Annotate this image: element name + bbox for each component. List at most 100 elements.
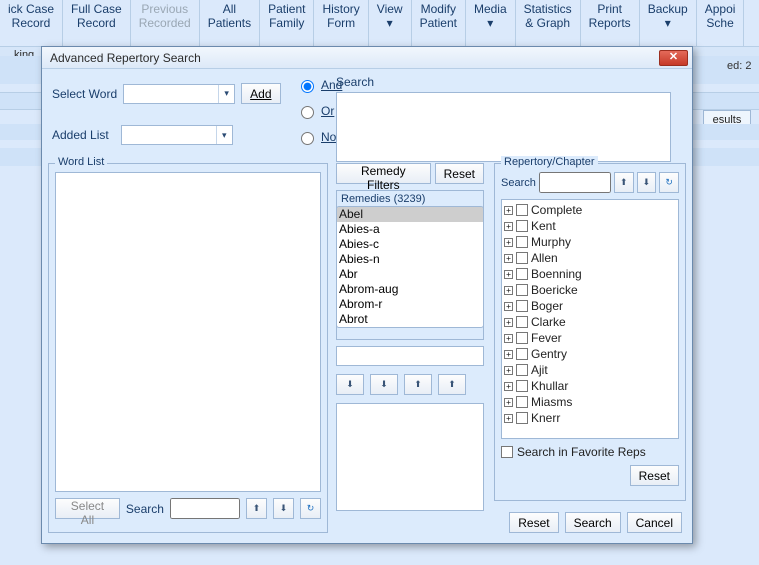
tree-checkbox[interactable] <box>516 412 528 424</box>
remedy-option[interactable]: Abel <box>337 207 483 222</box>
repertory-chapter-group: Repertory/Chapter Search ⬆ ⬇ ↻ +Complete… <box>494 163 686 501</box>
search-textarea[interactable] <box>336 92 671 162</box>
ribbon-item[interactable]: Media▾ <box>466 0 516 46</box>
ribbon-item[interactable]: View▾ <box>369 0 412 46</box>
expand-icon[interactable]: + <box>504 270 513 279</box>
tree-node[interactable]: +Boenning <box>504 266 676 282</box>
tree-checkbox[interactable] <box>516 396 528 408</box>
dialog-titlebar: Advanced Repertory Search ✕ <box>42 47 692 69</box>
repertory-search-input[interactable] <box>539 172 611 193</box>
ribbon-item[interactable]: AppoiSche <box>697 0 745 46</box>
tree-node[interactable]: + Allen <box>504 250 676 266</box>
remedy-reset-button[interactable]: Reset <box>435 163 484 184</box>
expand-icon[interactable]: + <box>504 318 513 327</box>
ribbon-item[interactable]: Statistics& Graph <box>516 0 581 46</box>
ribbon-item[interactable]: PreviousRecorded <box>131 0 200 46</box>
tree-checkbox[interactable] <box>516 300 528 312</box>
bg-ed-label: ed: 2 <box>727 60 751 72</box>
expand-icon[interactable]: + <box>504 334 513 343</box>
wordlist-up-button[interactable]: ⬆ <box>246 498 267 519</box>
wordlist-search-input[interactable] <box>170 498 240 519</box>
tree-label: Miasms <box>531 395 572 409</box>
tree-checkbox[interactable] <box>516 332 528 344</box>
footer-reset-button[interactable]: Reset <box>509 512 558 533</box>
tree-checkbox[interactable] <box>516 316 528 328</box>
ribbon-item[interactable]: ModifyPatient <box>412 0 466 46</box>
repertory-reset-button[interactable]: Reset <box>630 465 679 486</box>
move-up-all-button[interactable]: ⬆ <box>438 374 466 395</box>
tree-node[interactable]: +Kent <box>504 218 676 234</box>
select-all-button[interactable]: Select All <box>55 498 120 519</box>
word-list-group: Word List Select All Search ⬆ ⬇ ↻ <box>48 163 328 533</box>
ribbon-item[interactable]: ick CaseRecord <box>0 0 63 46</box>
tree-checkbox[interactable] <box>516 204 528 216</box>
remedy-option[interactable]: Abrom-r <box>337 297 483 312</box>
repertory-up-button[interactable]: ⬆ <box>614 172 634 193</box>
selected-remedies-list[interactable] <box>336 403 484 511</box>
expand-icon[interactable]: + <box>504 366 513 375</box>
tree-checkbox[interactable] <box>516 348 528 360</box>
remedy-option[interactable]: Abies-c <box>337 237 483 252</box>
expand-icon[interactable]: + <box>504 382 513 391</box>
add-button[interactable]: Add <box>241 83 280 104</box>
select-word-combo[interactable]: ▾ <box>123 84 235 104</box>
tree-node[interactable]: +Gentry <box>504 346 676 362</box>
expand-icon[interactable]: + <box>504 238 513 247</box>
expand-icon[interactable]: + <box>504 350 513 359</box>
tree-node[interactable]: +Clarke <box>504 314 676 330</box>
tree-checkbox[interactable] <box>516 252 528 264</box>
tree-node[interactable]: +Boger <box>504 298 676 314</box>
ribbon-item[interactable]: Backup▾ <box>640 0 697 46</box>
tree-checkbox[interactable] <box>516 268 528 280</box>
expand-icon[interactable]: + <box>504 414 513 423</box>
tree-node[interactable]: +Boericke <box>504 282 676 298</box>
remedy-option[interactable]: Abies-a <box>337 222 483 237</box>
close-button[interactable]: ✕ <box>659 50 688 66</box>
wordlist-down-button[interactable]: ⬇ <box>273 498 294 519</box>
favorite-reps-checkbox[interactable] <box>501 446 513 458</box>
expand-icon[interactable]: + <box>504 286 513 295</box>
expand-icon[interactable]: + <box>504 398 513 407</box>
tree-node[interactable]: +Murphy <box>504 234 676 250</box>
ribbon: ick CaseRecordFull CaseRecordPreviousRec… <box>0 0 759 46</box>
remedies-list[interactable]: AbelAbies-aAbies-cAbies-nAbrAbrom-augAbr… <box>337 207 483 327</box>
repertory-refresh-button[interactable]: ↻ <box>659 172 679 193</box>
tree-node[interactable]: +Ajit <box>504 362 676 378</box>
word-list[interactable] <box>55 172 321 492</box>
expand-icon[interactable]: + <box>504 222 513 231</box>
remedy-option[interactable]: Abrot <box>337 312 483 327</box>
repertory-down-button[interactable]: ⬇ <box>637 172 657 193</box>
remedy-option[interactable]: Abies-n <box>337 252 483 267</box>
footer-search-button[interactable]: Search <box>565 512 621 533</box>
remedy-filter-input[interactable] <box>336 346 484 366</box>
remedy-filters-button[interactable]: Remedy Filters <box>336 163 431 184</box>
added-list-combo[interactable]: ▾ <box>121 125 233 145</box>
footer-cancel-button[interactable]: Cancel <box>627 512 682 533</box>
expand-icon[interactable]: + <box>504 206 513 215</box>
move-down-one-button[interactable]: ⬇ <box>336 374 364 395</box>
ribbon-item[interactable]: AllPatients <box>200 0 260 46</box>
expand-icon[interactable]: + <box>504 302 513 311</box>
repertory-tree[interactable]: +Complete+Kent+Murphy+Allen+Boenning+Boe… <box>501 199 679 439</box>
tree-checkbox[interactable] <box>516 364 528 376</box>
tree-label: Allen <box>531 251 558 265</box>
expand-icon[interactable]: + <box>504 254 513 263</box>
ribbon-item[interactable]: PrintReports <box>581 0 640 46</box>
tree-node[interactable]: +Complete <box>504 202 676 218</box>
tree-node[interactable]: + Miasms <box>504 394 676 410</box>
tree-checkbox[interactable] <box>516 236 528 248</box>
move-up-one-button[interactable]: ⬆ <box>404 374 432 395</box>
tree-node[interactable]: +Khullar <box>504 378 676 394</box>
wordlist-refresh-button[interactable]: ↻ <box>300 498 321 519</box>
ribbon-item[interactable]: Full CaseRecord <box>63 0 131 46</box>
tree-checkbox[interactable] <box>516 284 528 296</box>
ribbon-item[interactable]: HistoryForm <box>314 0 368 46</box>
remedy-option[interactable]: Abr <box>337 267 483 282</box>
tree-checkbox[interactable] <box>516 220 528 232</box>
tree-checkbox[interactable] <box>516 380 528 392</box>
tree-node[interactable]: +Fever <box>504 330 676 346</box>
tree-node[interactable]: +Knerr <box>504 410 676 426</box>
remedy-option[interactable]: Abrom-aug <box>337 282 483 297</box>
ribbon-item[interactable]: PatientFamily <box>260 0 314 46</box>
move-down-all-button[interactable]: ⬇ <box>370 374 398 395</box>
